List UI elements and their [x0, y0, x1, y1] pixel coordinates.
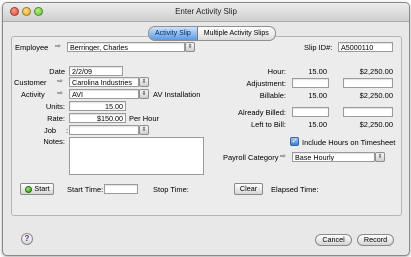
already-billed-units-field[interactable] — [292, 107, 329, 117]
payroll-category-field[interactable]: Base Hourly — [292, 152, 375, 162]
notes-label: Notes: — [43, 137, 65, 146]
adjustment-units-field[interactable] — [292, 78, 329, 88]
customer-popup-icon[interactable]: ⇳ — [139, 77, 149, 87]
job-field[interactable] — [69, 125, 139, 135]
include-hours-checkbox[interactable]: ✓ — [290, 137, 299, 146]
rate-label: Rate: — [47, 114, 65, 123]
stop-time-label: Stop Time: — [153, 185, 189, 194]
tab-bar: Activity Slip Multiple Activity Slips — [148, 26, 276, 41]
help-icon[interactable]: ? — [21, 233, 33, 245]
start-indicator-icon — [25, 186, 32, 193]
payroll-category-label: Payroll Category — [223, 153, 279, 162]
employee-label: Employee — [15, 43, 49, 52]
units-label: Units: — [45, 102, 65, 111]
already-billed-amount-field[interactable] — [343, 107, 393, 117]
adjustment-amount-field[interactable] — [343, 78, 393, 88]
job-label: Job — [44, 126, 57, 135]
rate-field[interactable]: $150.00 — [69, 113, 126, 123]
billable-amount: $2,250.00 — [359, 91, 393, 100]
activity-field[interactable]: AVI — [69, 89, 139, 99]
already-billed-label: Already Billed: — [238, 108, 286, 117]
customer-lookup-arrow-icon[interactable]: ⇨ — [57, 77, 63, 85]
start-time-field[interactable] — [104, 184, 138, 194]
left-to-bill-amount: $2,250.00 — [359, 120, 393, 129]
window-title: Enter Activity Slip — [175, 7, 237, 16]
job-colon: : — [66, 126, 69, 135]
start-time-label: Start Time: — [67, 185, 104, 194]
start-timer-button[interactable]: Start — [20, 183, 54, 195]
date-field[interactable]: 2/2/09 — [69, 66, 123, 76]
record-button[interactable]: Record — [357, 234, 394, 246]
date-label: Date — [49, 67, 65, 76]
rate-unit: Per Hour — [129, 114, 160, 123]
tab-activity-slip[interactable]: Activity Slip — [149, 27, 198, 40]
hour-amount: $2,250.00 — [359, 67, 393, 76]
payroll-popup-icon[interactable]: ⇳ — [375, 152, 385, 162]
adjustment-label: Adjustment: — [246, 79, 286, 88]
employee-popup-icon[interactable]: ⇳ — [185, 42, 195, 52]
customer-field[interactable]: Carolina Industries — [69, 77, 139, 87]
billable-units: 15.00 — [308, 91, 327, 100]
activity-popup-icon[interactable]: ⇳ — [139, 89, 149, 99]
left-to-bill-label: Left to Bill: — [250, 120, 286, 129]
activity-label: Activity — [21, 90, 45, 99]
tab-multiple-activity-slips[interactable]: Multiple Activity Slips — [198, 27, 275, 40]
cancel-button[interactable]: Cancel — [315, 234, 352, 246]
include-hours-label: Include Hours on Timesheet — [302, 138, 396, 147]
title-bar: Enter Activity Slip — [3, 3, 409, 22]
notes-textarea[interactable] — [69, 137, 204, 175]
slip-id-field[interactable]: A5000110 — [338, 42, 393, 52]
payroll-lookup-arrow-icon[interactable]: ⇨ — [280, 152, 286, 160]
hour-units: 15.00 — [308, 67, 327, 76]
employee-lookup-arrow-icon[interactable]: ⇨ — [55, 42, 61, 50]
elapsed-time-label: Elapsed Time: — [271, 185, 319, 194]
clear-button[interactable]: Clear — [234, 183, 263, 195]
left-to-bill-units: 15.00 — [308, 120, 327, 129]
activity-lookup-arrow-icon[interactable]: ⇨ — [57, 89, 63, 97]
slip-id-label: Slip ID#: — [304, 43, 333, 52]
activity-slip-window: Enter Activity Slip Activity Slip Multip… — [2, 2, 410, 256]
employee-field[interactable]: Berringer, Charles — [67, 42, 185, 52]
billable-label: Billable: — [259, 91, 286, 100]
activity-description: AV Installation — [153, 90, 201, 99]
hour-label: Hour: — [267, 67, 286, 76]
customer-label: Customer — [14, 78, 47, 87]
units-field[interactable]: 15.00 — [69, 101, 126, 111]
job-popup-icon[interactable]: ⇳ — [139, 125, 149, 135]
